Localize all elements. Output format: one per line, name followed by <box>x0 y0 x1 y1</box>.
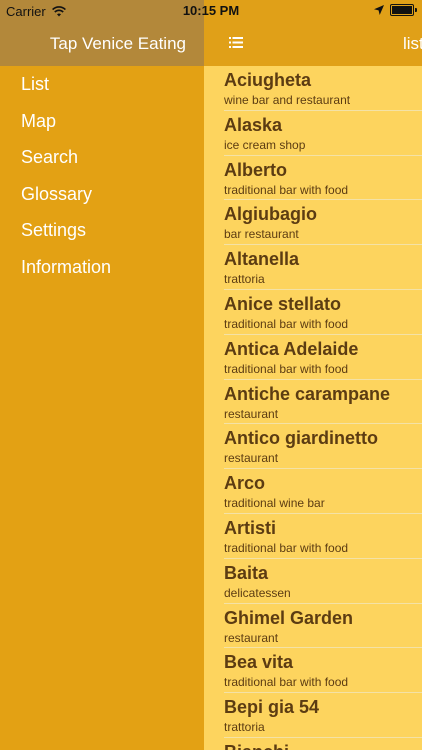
status-time: 10:15 PM <box>182 3 240 18</box>
menu-item-search[interactable]: Search <box>0 139 204 176</box>
list-item-name: Antiche carampane <box>224 383 391 404</box>
list-item-type: wine bar and restaurant <box>224 93 351 107</box>
list-item[interactable]: Alberto traditional bar with food <box>204 156 422 201</box>
restaurant-list: Aciugheta wine bar and restaurant Alaska… <box>204 66 422 750</box>
list-item-name: Ghimel Garden <box>224 607 354 628</box>
status-bar: Carrier 10:15 PM <box>0 0 422 22</box>
menu-item-information[interactable]: Information <box>0 249 204 286</box>
list-item-type: traditional bar with food <box>224 182 349 197</box>
list-item-type: restaurant <box>224 451 279 466</box>
list-item-name: Algiubagio <box>224 204 317 225</box>
list-item[interactable]: Altanella trattoria <box>204 245 422 290</box>
list-item[interactable]: Arco traditional wine bar <box>204 469 422 514</box>
list-item-type: bar restaurant <box>224 227 299 242</box>
list-item-name: Bepi gia 54 <box>224 697 320 718</box>
battery-icon <box>390 4 417 16</box>
list-item-name: Bea vita <box>224 652 294 673</box>
list-item[interactable]: Bepi gia 54 trattoria <box>204 693 422 738</box>
list-item-name: Baita <box>224 562 269 583</box>
list-item[interactable]: Anice stellato traditional bar with food <box>204 290 422 335</box>
status-right <box>374 4 417 16</box>
list-item-type: trattoria <box>224 272 265 287</box>
list-item-name: Altanella <box>224 249 300 270</box>
list-item-type: restaurant <box>224 406 279 421</box>
list-item-type: traditional bar with food <box>224 316 349 331</box>
list-item-type: traditional bar with food <box>224 361 349 376</box>
location-arrow-icon <box>374 5 384 15</box>
list-item[interactable]: Bianchi <box>204 738 422 750</box>
menu-item-settings[interactable]: Settings <box>0 212 204 249</box>
menu-item-glossary[interactable]: Glossary <box>0 176 204 213</box>
list-item-name: Aciugheta <box>224 70 312 90</box>
list-item[interactable]: Antica Adelaide traditional bar with foo… <box>204 335 422 380</box>
list-item-type: trattoria <box>224 720 265 735</box>
drawer-title: Tap Venice Eating <box>49 34 186 53</box>
list-item-name: Artisti <box>224 517 277 538</box>
list-item[interactable]: Alaska ice cream shop <box>204 111 422 156</box>
list-item-name: Alberto <box>224 159 287 180</box>
list-item[interactable]: Artisti traditional bar with food <box>204 514 422 559</box>
list-item-name: Anice stellato <box>224 293 342 314</box>
menu-item-list[interactable]: List <box>0 66 204 103</box>
menu-item-map[interactable]: Map <box>0 103 204 140</box>
list-item-type: ice cream shop <box>224 137 306 152</box>
list-item[interactable]: Antico giardinetto restaurant <box>204 424 422 469</box>
list-icon[interactable] <box>229 37 243 48</box>
side-drawer: Tap Venice Eating List Map Search Glossa… <box>0 0 204 750</box>
list-item-type: delicatessen <box>224 585 291 600</box>
list-item[interactable]: Aciugheta wine bar and restaurant <box>204 66 422 111</box>
drawer-menu: List Map Search Glossary Settings Inform… <box>0 66 204 286</box>
list-item[interactable]: Ghimel Garden restaurant <box>204 604 422 649</box>
list-item-name: Bianchi <box>224 742 289 750</box>
list-item-name: Antica Adelaide <box>224 338 359 359</box>
list-item[interactable]: Algiubagio bar restaurant <box>204 200 422 245</box>
list-item-type: traditional bar with food <box>224 675 349 690</box>
list-item-name: Arco <box>224 473 266 494</box>
list-item-type: traditional wine bar <box>224 496 325 511</box>
list-item-name: Antico giardinetto <box>224 428 378 449</box>
list-item-type: traditional bar with food <box>224 540 349 555</box>
list-item-name: Alaska <box>224 114 283 135</box>
list-item[interactable]: Baita delicatessen <box>204 559 422 604</box>
list-item[interactable]: Bea vita traditional bar with food <box>204 648 422 693</box>
list-item-type: restaurant <box>224 630 279 645</box>
nav-title: list <box>403 34 422 53</box>
list-item[interactable]: Antiche carampane restaurant <box>204 380 422 425</box>
main-panel: list Aciugheta wine bar and restaurant A… <box>204 0 422 750</box>
